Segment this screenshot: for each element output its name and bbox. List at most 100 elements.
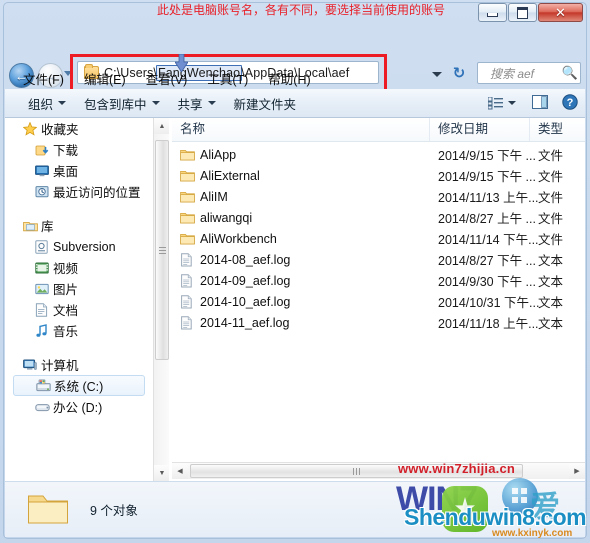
- file-name-cell: 2014-11_aef.log: [172, 316, 430, 330]
- sidebar-label: 下载: [53, 144, 79, 158]
- table-row[interactable]: aliwangqi 2014/8/27 上午 ... 文件: [172, 207, 585, 228]
- sidebar-group-computer[interactable]: 计算机: [5, 354, 153, 375]
- menu-item-file[interactable]: 文件(F): [13, 67, 74, 90]
- maximize-button[interactable]: [508, 3, 537, 22]
- log-file-icon: [180, 294, 200, 309]
- file-list-horizontal-scrollbar[interactable]: ◀ ▶: [172, 462, 585, 479]
- log-file-icon: [180, 273, 200, 288]
- sidebar-item-office-d-drive[interactable]: 办公 (D:): [5, 396, 153, 417]
- table-row[interactable]: 2014-10_aef.log 2014/10/31 下午... 文本: [172, 291, 585, 312]
- file-date: 2014/9/15 下午 ...: [438, 149, 536, 163]
- explorer-window: 此处是电脑账号名，各有不同，要选择当前使用的账号 ✕ ← → C:\Users\…: [0, 0, 590, 543]
- table-row[interactable]: AliIM 2014/11/13 上午... 文件: [172, 186, 585, 207]
- sidebar-item-pictures[interactable]: 图片: [5, 278, 153, 299]
- file-name-cell: AliApp: [172, 148, 430, 162]
- watermark-win7zhijia-url: www.win7zhijia.cn: [398, 461, 516, 476]
- sidebar-label: 办公 (D:): [53, 401, 103, 415]
- include-in-library-button[interactable]: 包含到库中: [75, 94, 169, 113]
- file-type: 文本: [538, 254, 564, 268]
- close-button[interactable]: ✕: [538, 3, 583, 22]
- music-icon: [35, 323, 53, 338]
- maximize-icon: [517, 6, 528, 19]
- close-icon: ✕: [555, 5, 566, 20]
- scroll-right-arrow-icon[interactable]: ▶: [569, 463, 585, 479]
- address-bar-row: ← → C:\Users\ FangWenchao \AppData\Local\a…: [0, 28, 590, 92]
- file-name: AliWorkbench: [200, 231, 277, 246]
- sidebar-item-videos[interactable]: 视频: [5, 257, 153, 278]
- table-row[interactable]: AliExternal 2014/9/15 下午 ... 文件: [172, 165, 585, 186]
- table-row[interactable]: 2014-09_aef.log 2014/9/30 下午 ... 文本: [172, 270, 585, 291]
- sidebar-group-favorites[interactable]: 收藏夹: [5, 118, 153, 139]
- sidebar-item-documents[interactable]: 文档: [5, 299, 153, 320]
- menu-item-view[interactable]: 查看(V): [136, 67, 198, 90]
- table-row[interactable]: AliApp 2014/9/15 下午 ... 文件: [172, 144, 585, 165]
- new-folder-label: 新建文件夹: [233, 97, 297, 112]
- sidebar-label: 库: [41, 220, 54, 234]
- file-name: AliExternal: [200, 168, 260, 183]
- menu-item-edit[interactable]: 编辑(E): [74, 67, 136, 90]
- table-row[interactable]: AliWorkbench 2014/11/14 下午... 文件: [172, 228, 585, 249]
- sidebar-item-downloads[interactable]: 下载: [5, 139, 153, 160]
- file-date: 2014/8/27 上午 ...: [438, 212, 536, 226]
- scroll-left-arrow-icon[interactable]: ◀: [172, 463, 188, 479]
- sidebar-item-recent-places[interactable]: 最近访问的位置: [5, 181, 153, 202]
- table-row[interactable]: 2014-11_aef.log 2014/11/18 上午... 文本: [172, 312, 585, 333]
- pictures-icon: [35, 282, 53, 296]
- file-date: 2014/8/27 下午 ...: [438, 254, 536, 268]
- scrollbar-grip-icon: [158, 246, 166, 254]
- toolbar: 组织 包含到库中 共享 新建文件夹 ?: [5, 89, 585, 118]
- chevron-down-icon: [151, 101, 160, 105]
- sidebar-item-desktop[interactable]: 桌面: [5, 160, 153, 181]
- file-name-cell: 2014-09_aef.log: [172, 274, 430, 288]
- log-file-icon: [180, 252, 200, 267]
- chevron-down-icon: [58, 101, 67, 105]
- file-name: 2014-11_aef.log: [200, 315, 290, 330]
- sidebar-label: Subversion: [53, 239, 116, 254]
- file-name: 2014-09_aef.log: [200, 273, 291, 288]
- minimize-icon: [487, 13, 498, 17]
- file-type: 文本: [538, 296, 564, 310]
- column-header-name[interactable]: 名称: [172, 118, 430, 141]
- sidebar-item-system-c-drive[interactable]: 系统 (C:): [13, 375, 145, 396]
- folder-icon: [27, 490, 69, 529]
- library-icon: [23, 219, 41, 233]
- file-name: 2014-10_aef.log: [200, 294, 291, 309]
- sidebar-label: 文档: [53, 304, 79, 318]
- download-icon: [35, 143, 53, 157]
- organize-button[interactable]: 组织: [19, 94, 75, 113]
- menu-bar: 文件(F) 编辑(E) 查看(V) 工具(T) 帮助(H): [5, 67, 585, 89]
- status-item-count: 9 个对象: [90, 504, 138, 518]
- scroll-up-arrow-icon[interactable]: ▲: [154, 118, 170, 134]
- menu-item-tools[interactable]: 工具(T): [197, 67, 258, 90]
- sidebar-group-libraries[interactable]: 库: [5, 215, 153, 236]
- file-type: 文件: [538, 191, 564, 205]
- scrollbar-thumb[interactable]: [155, 140, 169, 360]
- navigation-pane: 收藏夹 下载 桌面 最近访问的位置 库 Subversion 视频 图片 文档 …: [5, 118, 153, 481]
- title-bar: 此处是电脑账号名，各有不同，要选择当前使用的账号 ✕: [0, 0, 590, 26]
- sidebar-label: 收藏夹: [41, 123, 79, 137]
- subversion-icon: [35, 239, 53, 254]
- preview-pane-icon: [532, 94, 548, 112]
- sidebar-item-music[interactable]: 音乐: [5, 320, 153, 341]
- folder-icon: [180, 211, 200, 224]
- menu-item-help[interactable]: 帮助(H): [258, 67, 320, 90]
- folder-icon: [180, 190, 200, 203]
- share-label: 共享: [177, 97, 203, 112]
- svg-text:?: ?: [567, 97, 574, 109]
- preview-pane-button[interactable]: [525, 94, 555, 112]
- share-button[interactable]: 共享: [169, 94, 225, 113]
- navigation-pane-scrollbar[interactable]: ▲ ▼: [153, 118, 170, 481]
- column-header-type[interactable]: 类型: [530, 118, 585, 141]
- minimize-button[interactable]: [478, 3, 507, 22]
- file-type: 文件: [538, 170, 564, 184]
- sidebar-label: 桌面: [53, 165, 79, 179]
- new-folder-button[interactable]: 新建文件夹: [225, 94, 306, 113]
- sidebar-item-subversion[interactable]: Subversion: [5, 236, 153, 257]
- column-header-date-modified[interactable]: 修改日期: [430, 118, 530, 141]
- file-name-cell: AliWorkbench: [172, 232, 430, 246]
- scroll-down-arrow-icon[interactable]: ▼: [154, 465, 170, 481]
- content-area: 收藏夹 下载 桌面 最近访问的位置 库 Subversion 视频 图片 文档 …: [5, 118, 585, 481]
- table-row[interactable]: 2014-08_aef.log 2014/8/27 下午 ... 文本: [172, 249, 585, 270]
- view-options-button[interactable]: [479, 96, 525, 110]
- help-button[interactable]: ?: [555, 93, 585, 113]
